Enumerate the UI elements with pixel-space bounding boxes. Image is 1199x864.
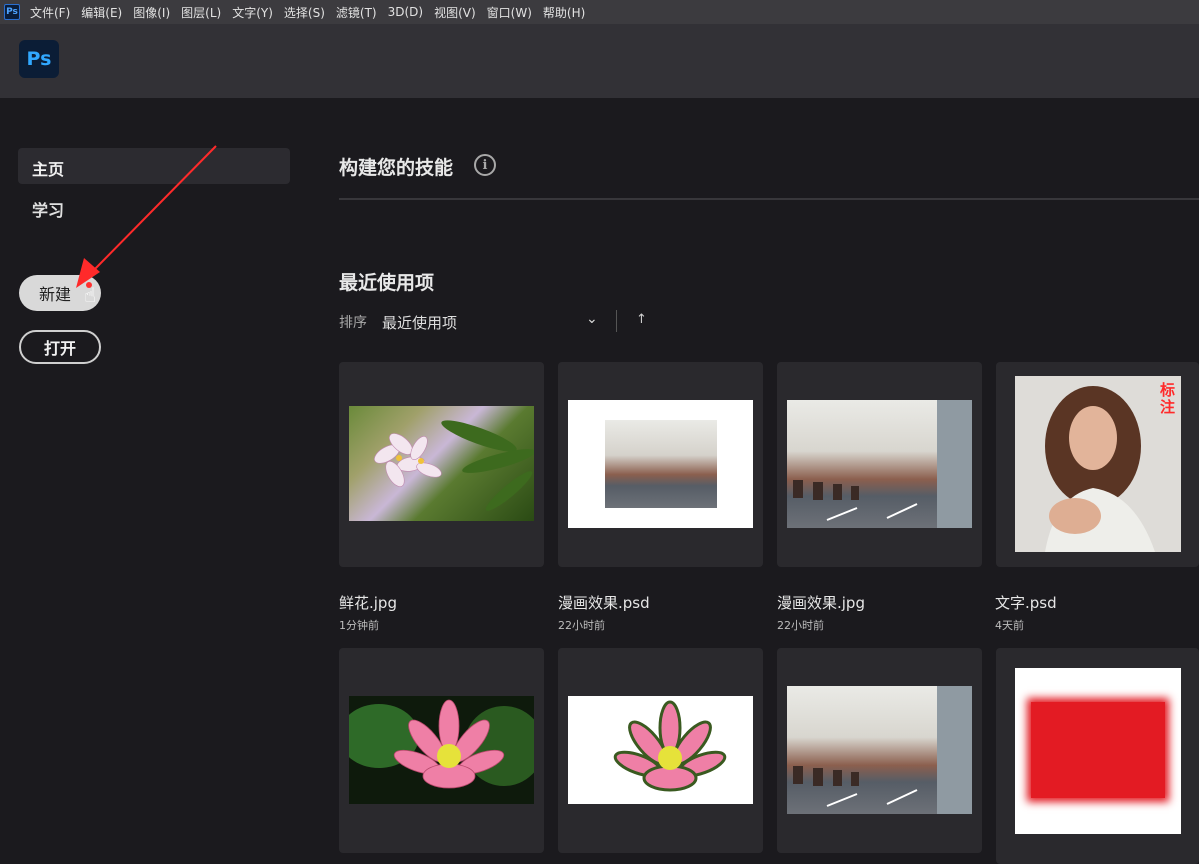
file-name: 漫画效果.psd [558,594,650,612]
info-icon[interactable]: i [474,154,496,176]
menu-edit[interactable]: 编辑(E) [81,4,122,21]
file-card[interactable] [558,362,763,567]
chevron-down-icon[interactable]: ⌄ [586,311,598,327]
file-time: 22小时前 [558,619,605,632]
file-name: 文字.psd [995,594,1057,612]
menu-select[interactable]: 选择(S) [284,4,325,21]
file-thumbnail [787,400,972,528]
menu-image[interactable]: 图像(I) [133,4,170,21]
photoshop-app-icon: Ps [4,4,20,20]
file-card[interactable] [339,362,544,567]
file-card[interactable] [558,648,763,853]
file-thumbnail [568,696,753,804]
file-time: 22小时前 [777,619,824,632]
file-thumbnail [349,696,534,804]
menu-type[interactable]: 文字(Y) [232,4,273,21]
file-card[interactable] [339,648,544,853]
menu-filter[interactable]: 滤镜(T) [336,4,377,21]
file-card[interactable]: 标 注 [996,362,1199,567]
sort-separator [616,310,617,332]
file-thumbnail [568,400,753,528]
menu-help[interactable]: 帮助(H) [543,4,585,21]
file-name: 鲜花.jpg [339,594,397,612]
menu-layer[interactable]: 图层(L) [181,4,221,21]
nav-item-learn[interactable]: 学习 [32,197,64,221]
menu-3d[interactable]: 3D(D) [388,5,423,19]
recent-title: 最近使用项 [339,272,435,294]
open-button[interactable]: 打开 [19,330,101,364]
file-name: 漫画效果.jpg [777,594,865,612]
file-card[interactable] [996,648,1199,864]
app-header: Ps [0,24,1199,98]
file-thumbnail [1015,668,1181,834]
file-thumbnail [349,406,534,521]
menu-window[interactable]: 窗口(W) [487,4,532,21]
file-thumbnail [787,686,972,814]
sort-select[interactable]: 最近使用项 [382,312,457,333]
menu-file[interactable]: 文件(F) [30,4,70,21]
annotation-label: 标 注 [1159,381,1175,416]
file-thumbnail: 标 注 [1015,376,1181,552]
file-card[interactable] [777,362,982,567]
hand-cursor-icon: ☝ [84,283,97,307]
file-card[interactable] [777,648,982,853]
skills-title: 构建您的技能 [339,157,454,179]
file-time: 1分钟前 [339,619,379,632]
menu-bar: Ps 文件(F) 编辑(E) 图像(I) 图层(L) 文字(Y) 选择(S) 滤… [0,0,1199,24]
menu-view[interactable]: 视图(V) [434,4,476,21]
sort-direction-icon[interactable]: ↑ [636,312,647,327]
nav-item-home[interactable]: 主页 [18,148,290,184]
file-time: 4天前 [995,619,1024,632]
sort-label: 排序 [339,315,367,331]
divider [339,198,1199,200]
photoshop-logo: Ps [19,40,59,78]
